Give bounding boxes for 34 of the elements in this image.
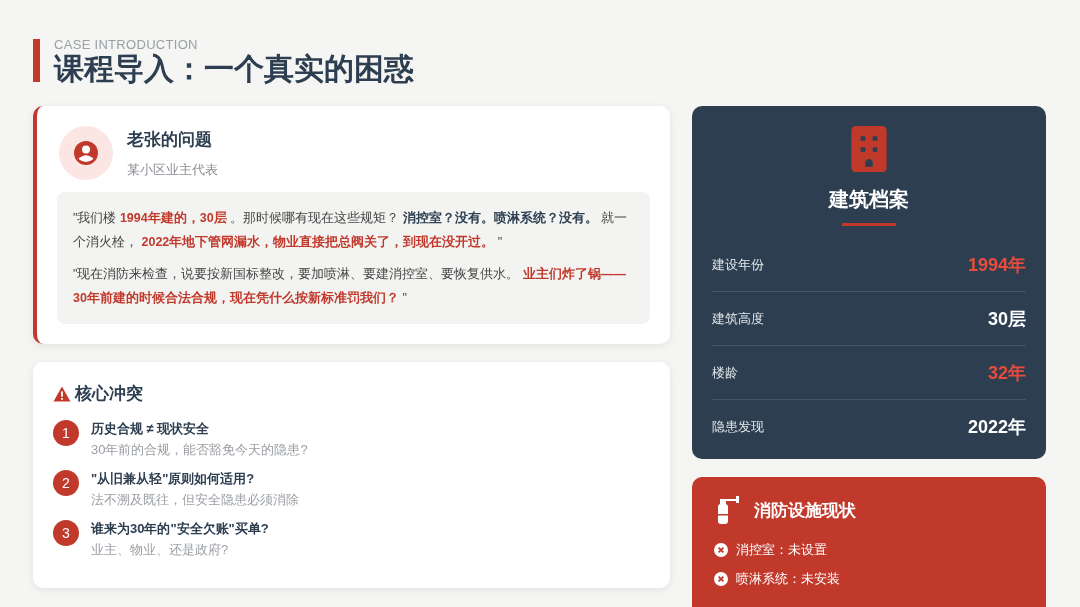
section-eyebrow: CASE INTRODUCTION — [54, 37, 199, 52]
number-badge: 1 — [53, 420, 79, 446]
warning-icon — [53, 385, 71, 402]
info-label: 建设年份 — [712, 255, 764, 274]
cross-circle-icon — [714, 542, 728, 557]
person-role: 某小区业主代表 — [127, 160, 218, 179]
info-value: 1994年 — [967, 253, 1026, 277]
user-avatar-icon — [59, 126, 113, 180]
conflict-description: 30年前的合规，能否豁免今天的隐患? — [91, 441, 308, 459]
facility-status: 消控室：未设置 — [736, 540, 827, 559]
quote-text: "我们楼 1994年建的，30层 。那时候哪有现在这些规矩？ 消控室？没有。喷淋系统？没有。 就一个消火栓， 2022年地下管网漏水，物业直接把总阀关了，到现在没开过。 " — [73, 209, 629, 251]
conflict-title: 历史合规 ≠ 现状安全 — [91, 420, 211, 438]
card-title: 消防设施现状 — [754, 499, 856, 522]
info-value: 30层 — [987, 307, 1026, 331]
accent-bar — [33, 39, 40, 82]
card-title: 建筑档案 — [829, 187, 909, 213]
number-badge: 2 — [53, 470, 79, 496]
facility-status: 喷淋系统：未安装 — [736, 569, 840, 588]
number-badge: 3 — [53, 520, 79, 546]
person-name: 老张的问题 — [127, 128, 213, 151]
info-value: 2022年 — [967, 415, 1026, 439]
building-icon — [850, 126, 888, 173]
conflict-title: "从旧兼从轻"原则如何适用? — [91, 470, 256, 488]
info-label: 隐患发现 — [712, 417, 764, 436]
conflict-title: 谁来为30年的"安全欠账"买单? — [91, 520, 269, 538]
cross-circle-icon — [714, 571, 728, 586]
conflict-description: 法不溯及既往，但安全隐患必须消除 — [91, 491, 299, 509]
info-value: 32年 — [987, 361, 1026, 385]
section-title: 核心冲突 — [75, 383, 143, 405]
page-title: 课程导入：一个真实的困惑 — [54, 52, 414, 86]
quote-text: "现在消防来检查，说要按新国标整改，要加喷淋、要建消控室、要恢复供水。 业主们炸了锅——30年前建的时候合法合规，现在凭什么按新标准罚我们？ " — [73, 265, 627, 307]
info-label: 建筑高度 — [712, 309, 764, 328]
info-label: 楼龄 — [712, 363, 738, 382]
conflict-description: 业主、物业、还是政府? — [91, 541, 230, 559]
